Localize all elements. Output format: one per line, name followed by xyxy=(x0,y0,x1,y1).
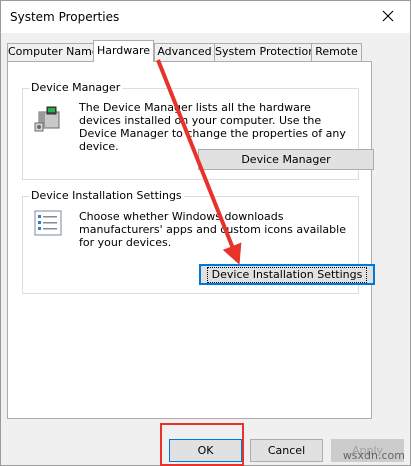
device-manager-group: Device Manager The Device Manager lists … xyxy=(22,81,374,180)
watermark-text: wsxdn.com xyxy=(342,449,405,462)
device-installation-group: Device Installation Settings Choose whet… xyxy=(22,189,375,294)
hardware-panel: Device Manager The Device Manager lists … xyxy=(7,61,375,419)
cancel-button[interactable]: Cancel xyxy=(250,439,323,462)
device-manager-button-label: Device Manager xyxy=(241,153,331,166)
device-installation-description: Choose whether Windows downloads manufac… xyxy=(79,210,346,249)
device-installation-title: Device Installation Settings xyxy=(29,189,184,203)
close-icon xyxy=(382,10,394,22)
device-manager-description: The Device Manager lists all the hardwar… xyxy=(79,101,346,153)
title-bar: System Properties xyxy=(1,1,410,33)
device-installation-button-label: Device Installation Settings xyxy=(206,267,368,283)
settings-checklist-icon xyxy=(33,210,63,236)
device-installation-settings-button[interactable]: Device Installation Settings xyxy=(199,264,375,285)
window-title: System Properties xyxy=(10,10,120,24)
device-manager-button[interactable]: Device Manager xyxy=(198,149,374,170)
tab-remote[interactable]: Remote xyxy=(311,43,362,61)
tab-advanced[interactable]: Advanced xyxy=(154,43,215,61)
close-button[interactable] xyxy=(372,3,404,29)
tab-system-protection[interactable]: System Protection xyxy=(214,43,315,61)
tab-hardware[interactable]: Hardware xyxy=(93,40,154,62)
system-properties-window: System Properties Computer Name Hardware… xyxy=(0,0,411,466)
device-manager-icon xyxy=(33,103,63,133)
tab-computer-name[interactable]: Computer Name xyxy=(7,43,99,61)
device-manager-title: Device Manager xyxy=(29,81,123,95)
ok-button[interactable]: OK xyxy=(169,439,242,462)
